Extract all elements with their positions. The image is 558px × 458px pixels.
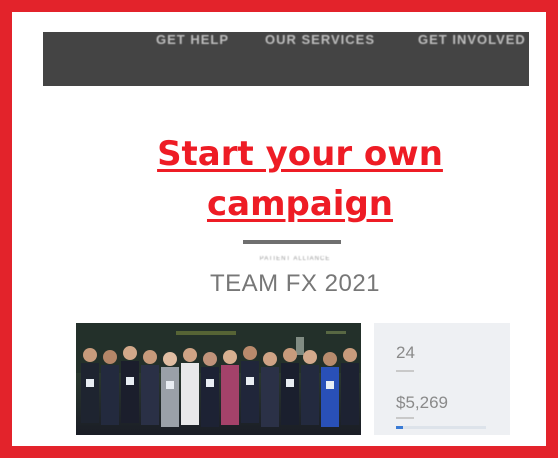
nav-item-our-services[interactable]: OUR SERVICES bbox=[265, 32, 375, 47]
team-eyebrow: PATIENT ALLIANCE bbox=[259, 256, 331, 262]
team-photo[interactable] bbox=[76, 323, 361, 435]
top-navbar: GET HELP OUR SERVICES GET INVOLVED bbox=[43, 32, 529, 86]
nav-item-get-involved[interactable]: GET INVOLVED bbox=[418, 32, 526, 47]
start-campaign-link-line1[interactable]: Start your own bbox=[100, 134, 500, 174]
amount-raised: $5,269 bbox=[396, 393, 448, 412]
campaign-stats-card: 24 $5,269 bbox=[374, 323, 510, 435]
title-divider bbox=[243, 240, 341, 244]
participant-count-caption bbox=[396, 370, 414, 372]
team-title: TEAM FX 2021 bbox=[209, 270, 381, 297]
fundraising-progress-bar bbox=[396, 426, 486, 429]
amount-raised-caption bbox=[396, 417, 414, 419]
fundraising-progress-fill bbox=[396, 426, 404, 429]
start-campaign-link-line2[interactable]: campaign bbox=[100, 184, 500, 224]
nav-item-get-help[interactable]: GET HELP bbox=[156, 32, 229, 47]
participant-count: 24 bbox=[396, 343, 415, 362]
team-photo-image bbox=[76, 323, 361, 427]
